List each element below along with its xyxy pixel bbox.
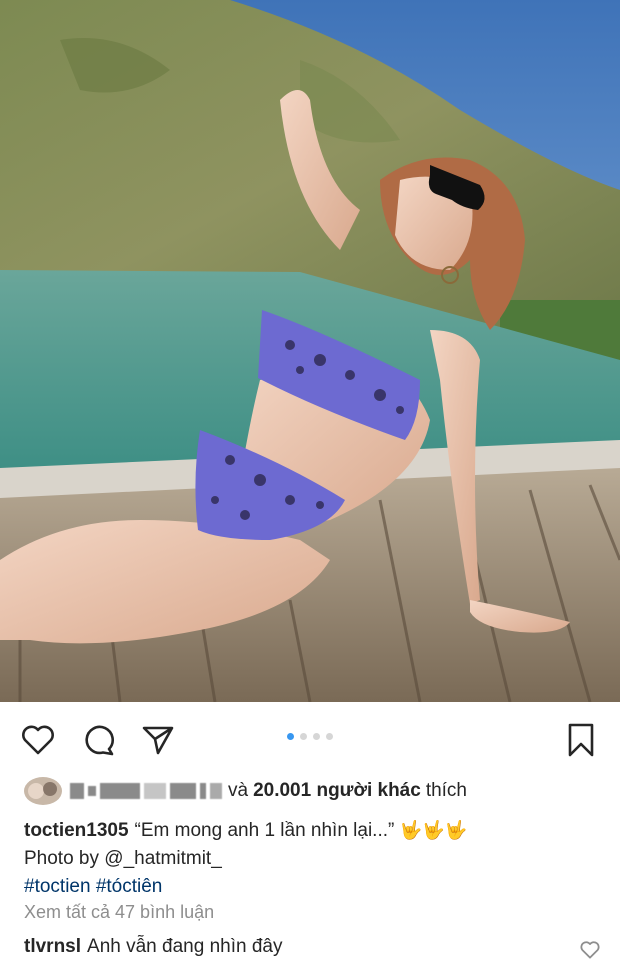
liker-avatar[interactable]	[24, 777, 62, 805]
comment-item: tlvrnsl Anh vẫn đang nhìn đây	[24, 936, 282, 958]
comment-text: Anh vẫn đang nhìn đây	[87, 936, 283, 957]
likes-count[interactable]: 20.001 người khác	[253, 780, 421, 802]
carousel-dot[interactable]	[287, 733, 294, 740]
redacted-usernames	[70, 783, 222, 799]
likes-suffix: thích	[425, 780, 468, 801]
comment-like-heart-icon[interactable]	[580, 940, 600, 960]
caption-username[interactable]: toctien1305	[24, 820, 129, 841]
post-photo[interactable]	[0, 0, 620, 702]
comment-username[interactable]: tlvrnsl	[24, 936, 81, 957]
likes-connector: và	[228, 780, 249, 801]
view-all-comments-link[interactable]: Xem tất cả 47 bình luận	[24, 902, 214, 923]
carousel-dot[interactable]	[313, 733, 320, 740]
carousel-dot[interactable]	[300, 733, 307, 740]
carousel-dot[interactable]	[326, 733, 333, 740]
caption-emoji: 🤟🤟🤟	[399, 820, 467, 840]
carousel-indicator	[0, 733, 620, 743]
photo-illustration	[0, 0, 620, 702]
hashtags[interactable]: #toctien #tóctiên	[24, 873, 604, 901]
post-caption: toctien1305 “Em mong anh 1 lần nhìn lại..…	[24, 816, 604, 901]
caption-text: “Em mong anh 1 lần nhìn lại...”	[134, 820, 395, 841]
photo-credit[interactable]: Photo by @_hatmitmit_	[24, 845, 604, 873]
likes-summary[interactable]: và 20.001 người khác thích	[24, 776, 467, 806]
